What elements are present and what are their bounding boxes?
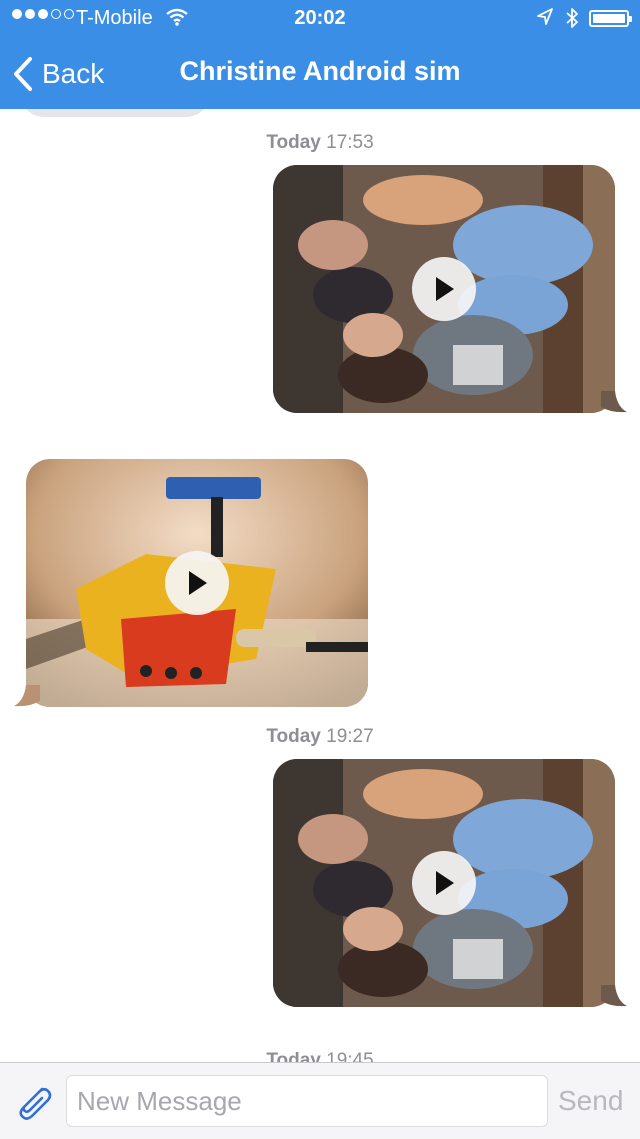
message-composer: New Message Send: [0, 1062, 640, 1139]
status-bar: T-Mobile 20:02: [0, 0, 640, 38]
previous-message-bubble[interactable]: [20, 109, 210, 117]
play-button[interactable]: [412, 257, 476, 321]
play-button[interactable]: [165, 551, 229, 615]
timestamp-time: 19:27: [326, 726, 374, 747]
location-arrow-icon: [536, 7, 554, 33]
play-icon: [189, 571, 207, 595]
incoming-video-message[interactable]: [14, 459, 368, 707]
play-icon: [436, 277, 454, 301]
send-button[interactable]: Send: [558, 1085, 623, 1117]
timestamp-day: Today: [266, 132, 321, 153]
timestamp: Today 17:53: [0, 132, 640, 154]
navigation-header: T-Mobile 20:02 Back Christine Android si…: [0, 0, 640, 109]
outgoing-video-message[interactable]: [273, 165, 627, 413]
bubble-tail: [601, 985, 627, 1007]
paperclip-icon[interactable]: [12, 1081, 54, 1123]
play-button[interactable]: [412, 851, 476, 915]
timestamp-time: 17:53: [326, 132, 374, 153]
conversation-title: Christine Android sim: [0, 56, 640, 87]
message-input[interactable]: New Message: [66, 1075, 548, 1127]
battery-icon: [589, 10, 632, 27]
bubble-tail: [601, 391, 627, 413]
bluetooth-icon: [565, 6, 579, 36]
timestamp-day: Today: [266, 1050, 321, 1062]
timestamp: Today 19:27: [0, 726, 640, 748]
outgoing-video-message[interactable]: [273, 759, 627, 1007]
play-icon: [436, 871, 454, 895]
message-list[interactable]: Today 17:53 Today 19:27 Today 19:45: [0, 109, 640, 1062]
bubble-tail: [14, 685, 40, 707]
timestamp-time: 19:45: [326, 1050, 374, 1062]
conversation-title-text: Christine Android sim: [179, 56, 461, 86]
timestamp-day: Today: [266, 726, 321, 747]
timestamp: Today 19:45: [0, 1050, 640, 1062]
